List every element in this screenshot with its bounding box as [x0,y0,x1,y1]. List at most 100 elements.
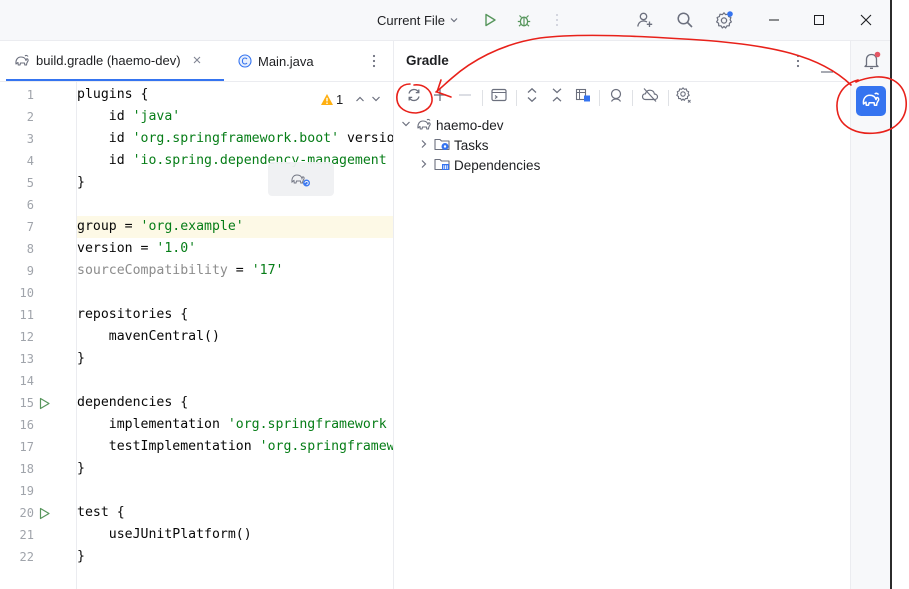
reload-all-gradle-projects-button[interactable] [403,86,425,108]
inspection-widget[interactable]: 1 [320,88,381,110]
code-line: repositories { [77,304,393,326]
minimize-window-icon[interactable] [762,0,786,40]
add-project-button[interactable] [429,86,451,108]
line-number: 14 [19,374,34,388]
tree-item-label: Tasks [454,137,489,153]
line-number: 11 [19,308,34,322]
line-gutter: 1 2 3 4 5 6 7 8 9 10 11 12 13 14 15 16 17 18 19 20 21 22 [0,81,77,589]
code-line: } [77,348,393,370]
code-line: id 'io.spring.dependency-management [77,150,393,172]
line-number: 3 [26,132,34,146]
code-token: id [77,153,133,168]
chevron-down-icon[interactable] [371,95,381,103]
hide-tool-window-icon[interactable] [821,60,833,78]
toolbar-separator [599,90,600,106]
tree-item-label: Dependencies [454,157,541,173]
run-icon[interactable] [478,0,502,40]
line-number: 15 [19,396,34,410]
expand-all-icon [525,87,539,108]
code-line: testImplementation 'org.springframew [77,436,393,458]
notifications-icon[interactable] [862,51,882,76]
gradle-options-icon[interactable] [796,54,800,73]
toolbar-separator [632,90,633,106]
maximize-window-icon[interactable] [807,0,831,40]
code-token: } [77,549,85,564]
toolbar-separator [668,90,669,106]
run-gutter-icon[interactable] [38,392,52,414]
tree-item-dependencies[interactable]: Dependencies [418,155,540,175]
run-configuration-selector[interactable]: Current File [366,0,470,40]
line-number: 8 [26,242,34,256]
more-actions-icon[interactable] [550,0,564,40]
line-number: 16 [19,418,34,432]
string-literal: 'org.springframew [259,439,393,454]
plus-icon [433,88,447,107]
tabs-more-icon[interactable] [364,41,384,81]
refresh-icon [406,87,422,108]
run-configuration-label: Current File [377,12,445,28]
tab-main-java[interactable]: Main.java [230,41,340,81]
class-c-icon [238,54,252,68]
close-tab-icon[interactable] [193,56,201,64]
code-token: id [77,131,133,146]
right-tool-strip [850,41,891,589]
code-token: sourceCompatibility [77,263,228,278]
editor-tabs: build.gradle (haemo-dev) Main.java [0,41,393,82]
chevron-right-icon[interactable] [418,138,430,153]
line-number: 20 [19,506,34,520]
code-area[interactable]: plugins { id 'java' id 'org.springframew… [77,81,393,589]
gradle-tool-window: Gradle haemo-dev Tasks Dependencies [394,41,849,589]
settings-icon[interactable] [712,0,736,40]
cloud-off-icon [641,87,659,108]
code-line: sourceCompatibility = '17' [77,260,393,282]
code-line: dependencies { [77,392,393,414]
offline-mode-button[interactable] [639,86,661,108]
chevron-up-icon[interactable] [355,95,365,103]
expand-all-button[interactable] [521,86,543,108]
warning-icon [320,93,334,106]
run-gutter-icon[interactable] [38,502,52,524]
execute-gradle-task-button[interactable] [488,86,510,108]
code-token: test { [77,505,125,520]
search-icon[interactable] [673,0,697,40]
tab-label: Main.java [258,53,314,69]
add-user-icon[interactable] [633,0,657,40]
build-tool-settings-button[interactable] [673,86,695,108]
code-token: } [77,351,85,366]
tree-item-haemo-dev[interactable]: haemo-dev [400,115,504,135]
code-line: useJUnitPlatform() [77,524,393,546]
chevron-down-icon[interactable] [400,118,412,133]
toolbar-separator [516,90,517,106]
collapse-all-button[interactable] [546,86,568,108]
tree-item-tasks[interactable]: Tasks [418,135,489,155]
tab-build-gradle[interactable]: build.gradle (haemo-dev) [6,41,224,81]
code-line: mavenCentral() [77,326,393,348]
gradle-refresh-icon [290,170,312,188]
analyze-dependencies-button[interactable] [572,86,594,108]
toggle-offline-mode-button[interactable] [605,86,627,108]
line-number: 1 [26,88,34,102]
code-token: dependencies { [77,395,189,410]
chevron-right-icon[interactable] [418,158,430,173]
gradle-tool-window-button[interactable] [856,86,886,116]
line-number: 7 [26,220,34,234]
load-gradle-changes-button[interactable] [268,162,334,196]
title-bar: Current File [0,0,909,41]
toolbar-separator [482,90,483,106]
settings-icon [675,86,693,109]
string-literal: 'java' [132,109,181,124]
close-window-icon[interactable] [854,0,878,40]
code-token: plugins { [77,87,149,102]
offline-person-icon [608,87,624,108]
remove-project-button[interactable] [454,86,476,108]
debug-icon[interactable] [512,0,536,40]
code-token: = [227,263,252,278]
gradle-header: Gradle [394,41,849,82]
minus-icon [458,88,472,107]
code-line: } [77,546,393,568]
code-token: version = [77,241,157,256]
